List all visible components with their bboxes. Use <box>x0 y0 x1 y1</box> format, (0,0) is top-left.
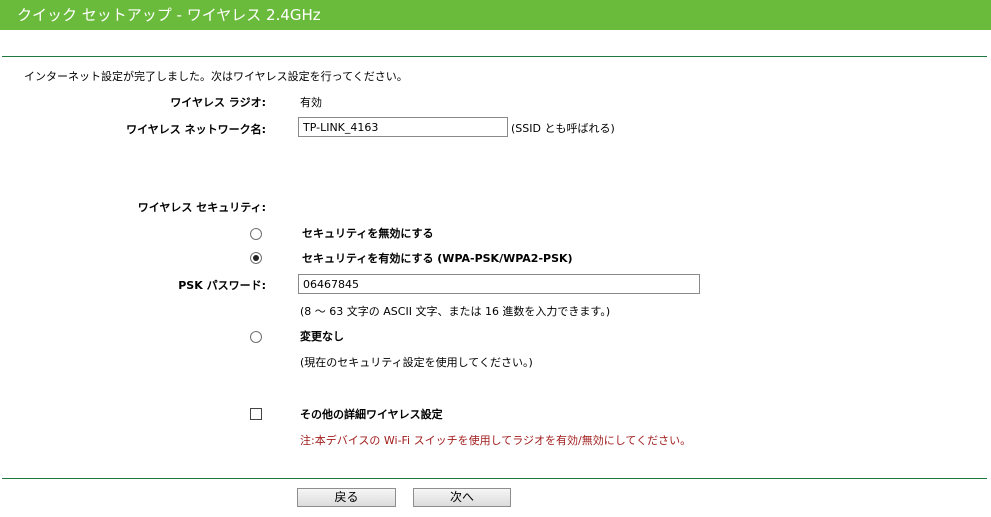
advanced-settings-checkbox[interactable] <box>250 408 262 420</box>
wifi-switch-note: 注:本デバイスの Wi-Fi スイッチを使用してラジオを有効/無効にしてください… <box>300 434 692 447</box>
wireless-security-label: ワイヤレス セキュリティ: <box>137 201 266 214</box>
security-enable-radio[interactable] <box>250 252 262 264</box>
security-disable-label: セキュリティを無効にする <box>302 227 434 240</box>
back-button[interactable]: 戻る <box>297 488 396 507</box>
advanced-settings-label: その他の詳細ワイヤレス設定 <box>300 408 443 421</box>
wireless-radio-value: 有効 <box>300 96 322 109</box>
psk-password-input[interactable] <box>298 274 700 294</box>
security-disable-radio[interactable] <box>250 228 262 240</box>
page-header: クイック セットアップ - ワイヤレス 2.4GHz <box>0 0 991 30</box>
intro-text: インターネット設定が完了しました。次はワイヤレス設定を行ってください。 <box>24 70 408 83</box>
no-change-hint: (現在のセキュリティ設定を使用してください。) <box>300 356 533 369</box>
ssid-hint: (SSID とも呼ばれる) <box>511 122 615 135</box>
psk-password-label: PSK パスワード: <box>178 279 266 292</box>
network-name-label: ワイヤレス ネットワーク名: <box>126 123 266 136</box>
no-change-label: 変更なし <box>300 330 344 343</box>
bottom-divider <box>2 478 987 479</box>
wireless-radio-label: ワイヤレス ラジオ: <box>170 96 266 109</box>
page-title: クイック セットアップ - ワイヤレス 2.4GHz <box>17 6 321 24</box>
ssid-input[interactable] <box>298 117 508 137</box>
psk-hint: (8 ～ 63 文字の ASCII 文字、または 16 進数を入力できます。) <box>300 305 611 318</box>
no-change-radio[interactable] <box>250 331 262 343</box>
security-enable-label: セキュリティを有効にする (WPA-PSK/WPA2-PSK) <box>302 252 573 265</box>
next-button[interactable]: 次へ <box>413 488 511 507</box>
top-divider <box>2 56 987 57</box>
